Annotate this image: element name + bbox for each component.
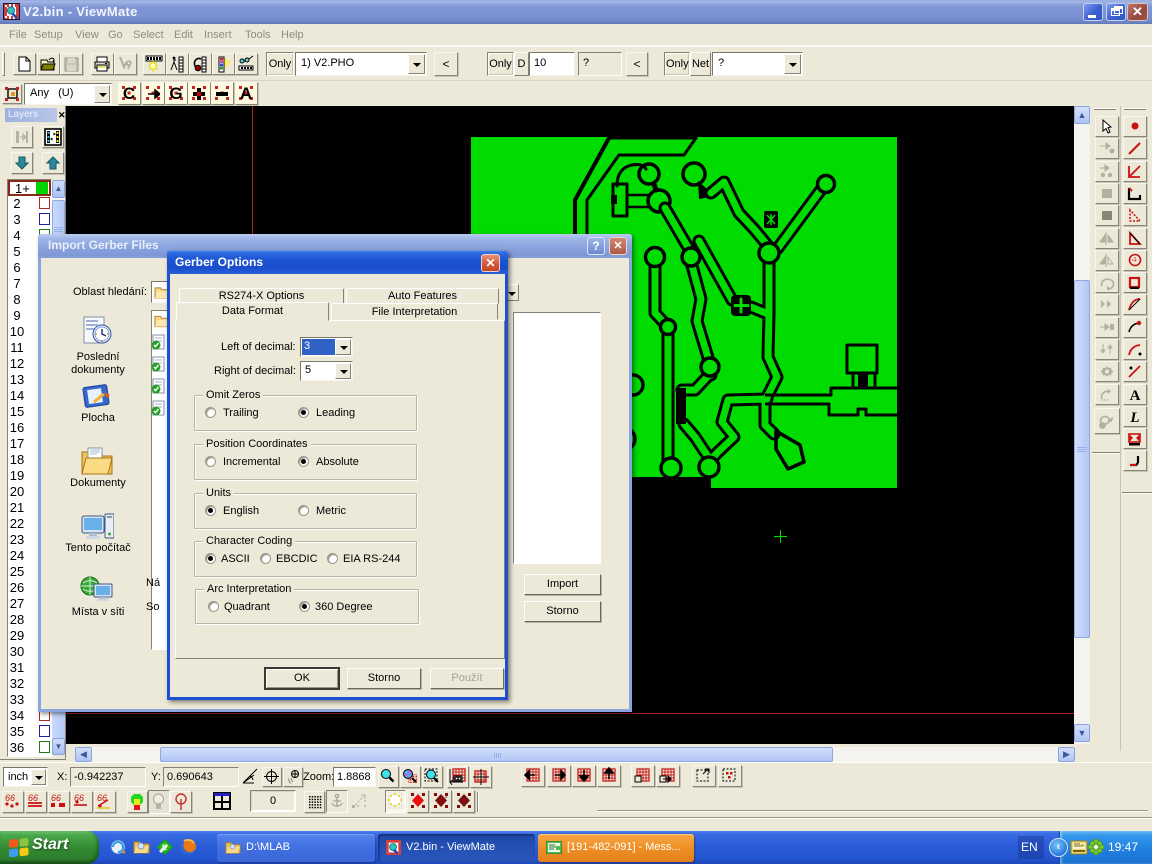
svg-text:G: G (169, 86, 182, 100)
svg-text:A: A (1130, 388, 1141, 402)
svg-text:66: 66 (51, 793, 61, 803)
svg-text:66: 66 (28, 793, 38, 803)
svg-text:L: L (1129, 410, 1139, 424)
svg-text:?: ? (125, 58, 132, 72)
svg-text:66: 66 (5, 793, 15, 803)
svg-text:C: C (123, 86, 135, 100)
svg-text:A: A (240, 86, 252, 100)
